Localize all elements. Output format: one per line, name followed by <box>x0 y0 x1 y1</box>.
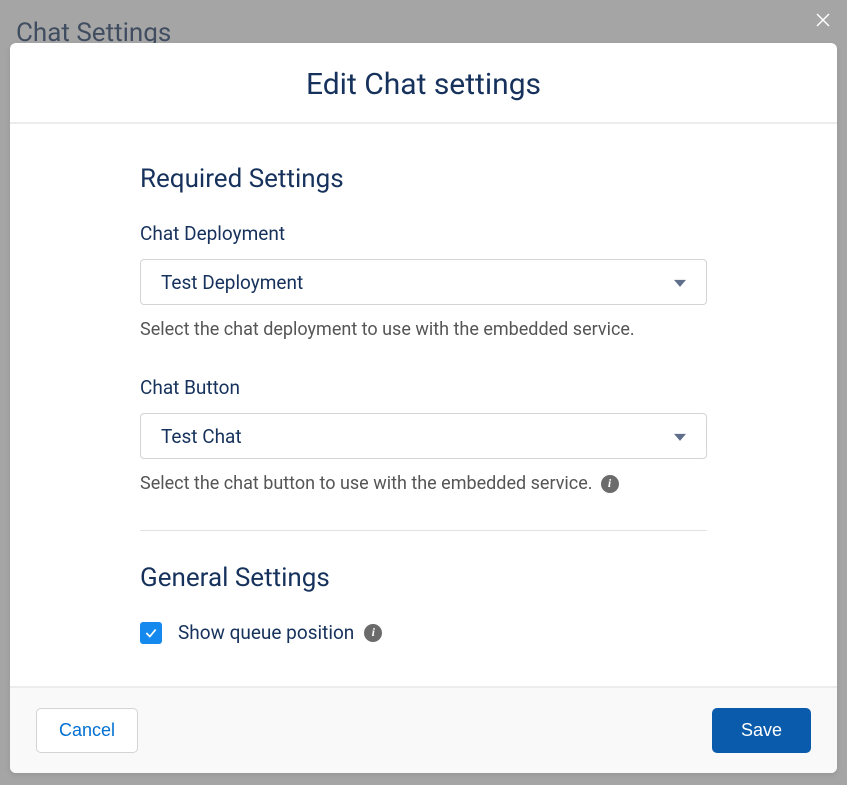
close-icon[interactable] <box>807 4 839 36</box>
modal-body: Required Settings Chat Deployment Test D… <box>10 124 837 686</box>
show-queue-position-row: Show queue position i <box>140 621 707 644</box>
chat-button-help: Select the chat button to use with the e… <box>140 473 707 494</box>
chat-deployment-help: Select the chat deployment to use with t… <box>140 319 707 340</box>
modal-title: Edit Chat settings <box>10 67 837 102</box>
section-divider <box>140 530 707 531</box>
info-icon[interactable]: i <box>601 475 619 493</box>
chat-deployment-label: Chat Deployment <box>140 222 707 245</box>
save-button[interactable]: Save <box>712 708 811 753</box>
edit-chat-settings-modal: Edit Chat settings Required Settings Cha… <box>10 43 837 773</box>
chat-deployment-field: Chat Deployment Test Deployment Select t… <box>140 222 707 340</box>
chat-button-label: Chat Button <box>140 376 707 399</box>
modal-header: Edit Chat settings <box>10 43 837 124</box>
chat-button-value: Test Chat <box>161 425 242 448</box>
chevron-down-icon <box>674 434 686 441</box>
cancel-button[interactable]: Cancel <box>36 708 138 753</box>
modal-footer: Cancel Save <box>10 686 837 773</box>
chat-deployment-value: Test Deployment <box>161 271 303 294</box>
required-settings-heading: Required Settings <box>140 164 707 194</box>
show-queue-position-checkbox[interactable] <box>140 622 162 644</box>
chat-button-field: Chat Button Test Chat Select the chat bu… <box>140 376 707 494</box>
chat-button-select[interactable]: Test Chat <box>140 413 707 459</box>
general-settings-heading: General Settings <box>140 563 707 593</box>
chat-deployment-select[interactable]: Test Deployment <box>140 259 707 305</box>
info-icon[interactable]: i <box>364 624 382 642</box>
chevron-down-icon <box>674 280 686 287</box>
show-queue-position-label: Show queue position i <box>178 621 382 644</box>
